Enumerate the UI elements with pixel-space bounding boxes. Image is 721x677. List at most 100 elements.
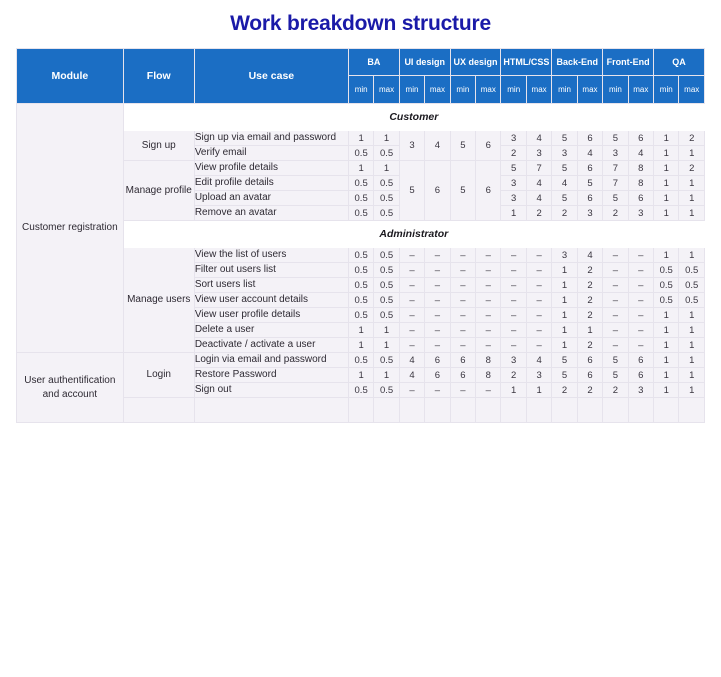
- cell-be-max: 6: [576, 190, 604, 207]
- cell-be-max: 6: [576, 367, 604, 384]
- cell-html-min: –: [500, 337, 527, 354]
- cell-html-max: –: [525, 247, 553, 264]
- usecase-cell: Delete a user: [193, 322, 349, 339]
- cell-ux-min: 5: [449, 160, 477, 222]
- cell-qa-max: 0.5: [678, 262, 705, 279]
- cell-fe-min: –: [602, 337, 629, 354]
- cell-html-max: 4: [525, 130, 553, 147]
- cell-html-max: 4: [525, 352, 553, 369]
- cell-ba-min: 0.5: [347, 352, 375, 369]
- cell-be-max: 2: [576, 277, 604, 294]
- cell-fe-min: 5: [602, 190, 629, 207]
- cell-html-min: –: [500, 247, 527, 264]
- usecase-cell: Sign up via email and password: [193, 130, 349, 147]
- cell-html-max: 1: [525, 382, 553, 399]
- cell-ba-max: 0.5: [373, 247, 400, 264]
- cell-fe-min: –: [602, 292, 629, 309]
- cell-fe-min: –: [602, 277, 629, 294]
- cell-html-min: 3: [500, 175, 527, 192]
- cell-fe-max: 6: [627, 190, 655, 207]
- cell-ba-min: 0.5: [347, 292, 375, 309]
- cell-fe-min: 3: [602, 145, 629, 162]
- usecase-cell: View user account details: [193, 292, 349, 309]
- cell-html-max: 3: [525, 145, 553, 162]
- cell-fe-min: –: [602, 247, 629, 264]
- cell-ui-min: –: [398, 277, 426, 294]
- cell-html-min: 3: [500, 190, 527, 207]
- cell-qa-min: 1: [653, 352, 680, 369]
- column-header-qa-max: max: [678, 75, 705, 105]
- cell-ux-min: –: [449, 262, 477, 279]
- cell-ux-max: –: [475, 292, 502, 309]
- cell-qa-min: 1: [653, 160, 680, 177]
- cell-qa-max: 1: [678, 190, 705, 207]
- cell-qa-min: 1: [653, 175, 680, 192]
- cell-html-min: –: [500, 277, 527, 294]
- usecase-cell: Remove an avatar: [193, 205, 349, 222]
- cell-ba-min: 1: [347, 130, 375, 147]
- cell-ba-max: 0.5: [373, 352, 400, 369]
- cell-fe-max: –: [627, 307, 655, 324]
- spacer-cell: [449, 397, 477, 424]
- cell-qa-max: 1: [678, 145, 705, 162]
- spacer-cell-flow: [122, 397, 195, 424]
- cell-qa-min: 1: [653, 367, 680, 384]
- usecase-cell: View profile details: [193, 160, 349, 177]
- cell-html-max: 2: [525, 205, 553, 222]
- cell-qa-max: 1: [678, 175, 705, 192]
- cell-be-max: 4: [576, 145, 604, 162]
- page-title: Work breakdown structure: [230, 12, 491, 35]
- cell-be-max: 2: [576, 337, 604, 354]
- column-header-ui-design-max: max: [424, 75, 451, 105]
- column-header-usecase: Use case: [193, 48, 349, 105]
- cell-ui-min: 4: [398, 352, 426, 369]
- flow-cell-sign-up: Sign up: [122, 130, 195, 162]
- cell-fe-max: 6: [627, 130, 655, 147]
- cell-fe-max: –: [627, 247, 655, 264]
- cell-ui-max: –: [424, 322, 451, 339]
- cell-ui-max: –: [424, 292, 451, 309]
- cell-be-min: 1: [551, 292, 578, 309]
- spacer-cell: [373, 397, 400, 424]
- column-header-qa-min: min: [653, 75, 680, 105]
- cell-ux-min: –: [449, 292, 477, 309]
- cell-qa-max: 1: [678, 352, 705, 369]
- cell-html-min: 1: [500, 205, 527, 222]
- cell-ba-max: 1: [373, 337, 400, 354]
- spacer-cell: [576, 397, 604, 424]
- cell-ux-min: –: [449, 247, 477, 264]
- column-header-ux-design-min: min: [449, 75, 477, 105]
- cell-fe-min: 7: [602, 160, 629, 177]
- cell-html-min: –: [500, 322, 527, 339]
- cell-html-max: –: [525, 262, 553, 279]
- cell-ux-max: 6: [475, 130, 502, 162]
- cell-ux-min: 5: [449, 130, 477, 162]
- cell-be-min: 2: [551, 205, 578, 222]
- cell-ux-min: –: [449, 277, 477, 294]
- cell-qa-max: 2: [678, 130, 705, 147]
- cell-fe-max: –: [627, 262, 655, 279]
- cell-fe-min: 5: [602, 367, 629, 384]
- cell-ba-max: 0.5: [373, 292, 400, 309]
- cell-fe-min: 5: [602, 130, 629, 147]
- cell-qa-min: 0.5: [653, 262, 680, 279]
- cell-be-max: 6: [576, 352, 604, 369]
- cell-html-min: –: [500, 262, 527, 279]
- cell-be-max: 1: [576, 322, 604, 339]
- cell-fe-max: –: [627, 337, 655, 354]
- table-header: Module Flow Use case BA UI design UX des…: [16, 48, 705, 105]
- cell-ux-max: –: [475, 247, 502, 264]
- table-body: Customer registration Customer Sign up S…: [16, 103, 706, 424]
- flow-cell-manage-profile: Manage profile: [122, 160, 195, 222]
- cell-ba-max: 0.5: [373, 145, 400, 162]
- cell-ui-max: –: [424, 262, 451, 279]
- cell-ux-max: –: [475, 382, 502, 399]
- cell-fe-max: –: [627, 277, 655, 294]
- cell-ui-min: –: [398, 307, 426, 324]
- section-divider-row: Customer registration Customer: [16, 103, 706, 354]
- cell-html-min: –: [500, 307, 527, 324]
- header-row-top: Module Flow Use case BA UI design UX des…: [16, 48, 705, 105]
- cell-fe-max: 8: [627, 160, 655, 177]
- cell-be-min: 3: [551, 145, 578, 162]
- column-header-back-end-max: max: [576, 75, 604, 105]
